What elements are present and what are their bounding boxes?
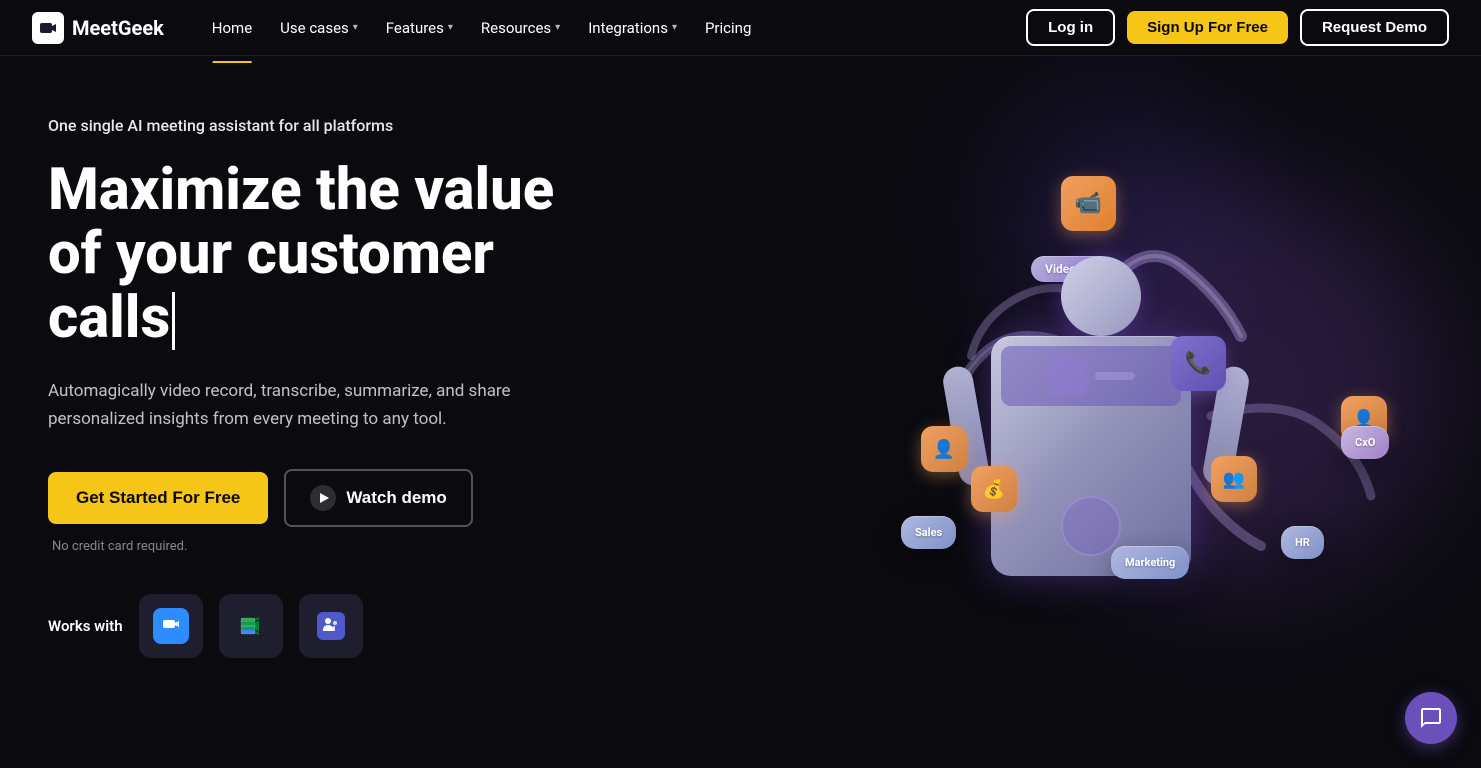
play-icon [310,485,336,511]
nav-links: Home Use cases ▾ Features ▾ Resources ▾ … [200,11,764,45]
zoom-integration-icon[interactable] [139,594,203,658]
play-triangle-icon [320,493,329,503]
nav-item-resources[interactable]: Resources ▾ [469,11,572,45]
hero-content: One single AI meeting assistant for all … [0,56,620,768]
card-cxo: CxO [1341,426,1389,459]
robot-scene: 📹 Video call 📞 👤 [721,56,1481,768]
nav-item-use-cases[interactable]: Use cases ▾ [268,11,370,45]
chat-button[interactable] [1405,692,1457,744]
nav-item-label: Integrations [588,19,668,37]
hero-heading: Maximize the value of your customer call… [48,159,620,350]
teams-logo [313,608,349,644]
phone-icon-block: 📞 [1171,336,1226,391]
hero-actions: Get Started For Free Watch demo [48,469,620,527]
chat-icon [1419,706,1443,730]
logo-text: MeetGeek [72,16,164,40]
nav-item-label: Pricing [705,19,751,37]
hero-section: One single AI meeting assistant for all … [0,56,1481,768]
nav-item-features[interactable]: Features ▾ [374,11,465,45]
nav-item-pricing[interactable]: Pricing [693,11,763,45]
logo-icon [32,12,64,44]
nav-left: MeetGeek Home Use cases ▾ Features ▾ Res… [32,11,763,45]
watch-demo-button[interactable]: Watch demo [284,469,472,527]
card-marketing: Marketing [1111,546,1189,579]
cursor-blink [172,292,175,350]
watch-demo-label: Watch demo [346,488,446,508]
nav-item-home[interactable]: Home [200,11,264,45]
robot-head [1061,256,1141,336]
google-meet-logo [233,608,269,644]
signup-button[interactable]: Sign Up For Free [1127,11,1288,44]
person-icon-block: 👤 [921,426,967,472]
hero-heading-line2: of your customer calls [48,220,494,352]
google-meet-integration-icon[interactable] [219,594,283,658]
nav-item-label: Use cases [280,19,349,37]
navbar: MeetGeek Home Use cases ▾ Features ▾ Res… [0,0,1481,56]
no-credit-text: No credit card required. [48,539,620,554]
nav-item-label: Resources [481,19,551,37]
chevron-down-icon: ▾ [672,22,677,33]
works-with-label: Works with [48,617,123,635]
robot-body [991,336,1191,576]
card-sales: Sales [901,516,956,549]
nav-item-label: Home [212,19,252,37]
login-button[interactable]: Log in [1026,9,1115,46]
hero-visual: 📹 Video call 📞 👤 [721,56,1481,768]
works-with: Works with [48,594,620,658]
nav-item-integrations[interactable]: Integrations ▾ [576,11,689,45]
dollar-icon-block: 💰 [971,466,1017,512]
nav-item-label: Features [386,19,444,37]
nav-right: Log in Sign Up For Free Request Demo [1026,9,1449,46]
people-icon-block: 👥 [1211,456,1257,502]
hero-heading-line1: Maximize the value [48,156,554,224]
hero-tagline: One single AI meeting assistant for all … [48,116,620,135]
request-demo-button[interactable]: Request Demo [1300,9,1449,46]
teams-integration-icon[interactable] [299,594,363,658]
chevron-down-icon: ▾ [555,22,560,33]
chevron-down-icon: ▾ [448,22,453,33]
zoom-logo [153,608,189,644]
logo[interactable]: MeetGeek [32,12,164,44]
get-started-button[interactable]: Get Started For Free [48,472,268,524]
camera-icon-block: 📹 [1061,176,1116,231]
chevron-down-icon: ▾ [353,22,358,33]
hero-description: Automagically video record, transcribe, … [48,378,528,432]
card-hr: HR [1281,526,1324,559]
